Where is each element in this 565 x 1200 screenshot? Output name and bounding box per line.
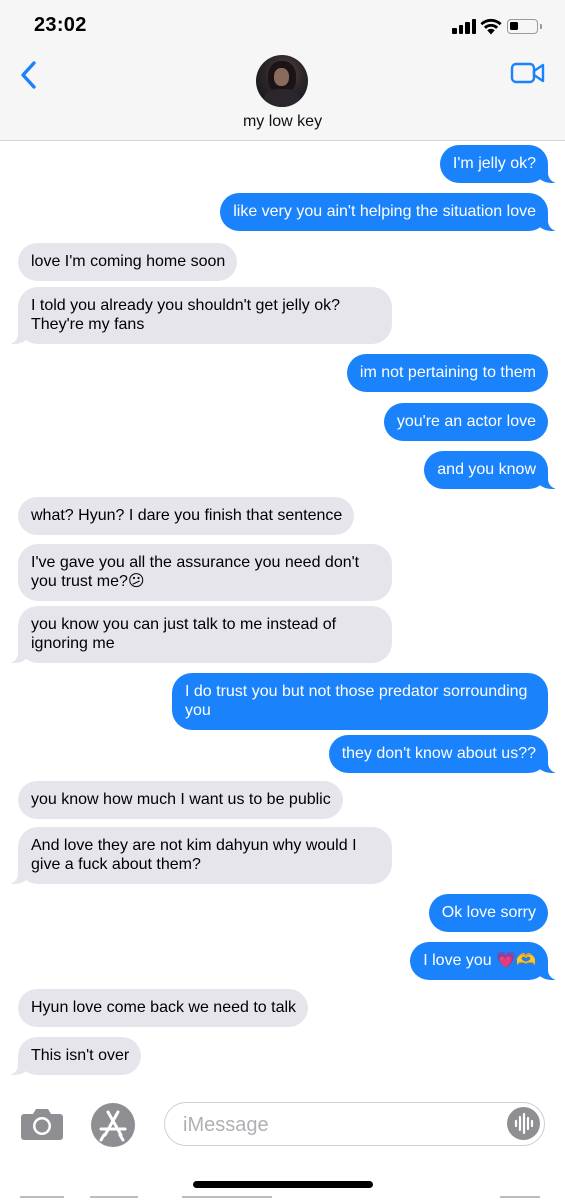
battery-level [510,22,518,30]
app-strip [0,1193,565,1200]
audio-waveform-icon [514,1112,534,1135]
message-bubble[interactable]: you know you can just talk to me instead… [6,606,392,663]
message-bubble[interactable]: And love they are not kim dahyun why wou… [6,827,392,884]
signal-bars-icon [452,18,478,34]
message-input[interactable] [181,1113,505,1137]
message-bubble[interactable]: im not pertaining to them [346,354,548,392]
message-bubble[interactable]: I do trust you but not those predator so… [172,673,548,730]
message-bubble[interactable]: love I'm coming home soon [18,243,238,281]
message-bubble[interactable]: This isn't over [5,1037,142,1075]
message-bubble[interactable]: I'm jelly ok? [439,145,561,183]
message-bubble[interactable]: like very you ain't helping the situatio… [220,193,560,231]
message-bubble[interactable]: you know how much I want us to be public [18,781,343,819]
message-bubble[interactable]: Hyun love come back we need to talk [18,989,309,1027]
camera-icon [21,1109,63,1140]
avatar[interactable] [256,55,308,107]
message-bubble[interactable]: you're an actor love [383,403,548,441]
audio-record-button[interactable] [507,1107,540,1140]
message-bubble[interactable]: what? Hyun? I dare you finish that sente… [18,497,355,535]
message-bubble[interactable]: I've gave you all the assurance you need… [18,544,392,601]
message-bubble[interactable]: I love you 💗🫶 [410,942,560,980]
contact-name[interactable]: my low key [0,113,565,131]
message-bubble[interactable]: Ok love sorry [428,894,548,932]
message-field[interactable] [164,1102,545,1146]
conversation-header: 23:02 my low key [0,0,565,141]
home-indicator[interactable] [193,1181,373,1188]
chevron-left-icon [21,61,36,89]
video-camera-icon [510,62,545,84]
message-thread[interactable]: I'm jelly ok? like very you ain't helpin… [0,141,565,1091]
message-bubble[interactable]: and you know [424,451,560,489]
message-bubble[interactable]: I told you already you shouldn't get jel… [6,287,392,344]
video-call-button[interactable] [510,60,546,86]
status-time: 23:02 [34,14,87,36]
message-bubble[interactable]: they don't know about us?? [328,735,561,773]
app-store-icon [91,1103,135,1147]
status-bar: 23:02 [0,0,565,54]
app-store-button[interactable] [90,1102,136,1148]
back-button[interactable] [14,54,50,98]
wifi-icon [480,18,502,35]
battery-icon [507,19,542,34]
camera-button[interactable] [20,1106,64,1142]
